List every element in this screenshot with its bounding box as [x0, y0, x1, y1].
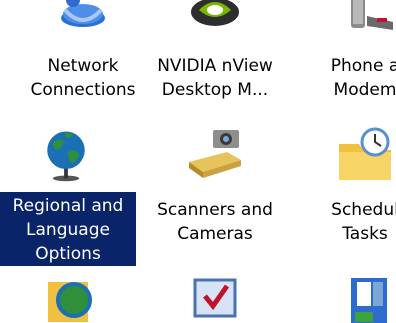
item-label-line: NVIDIA nView — [157, 56, 273, 76]
item-label-line: Options — [35, 244, 101, 264]
scheduled-tasks-folder-icon — [339, 127, 391, 180]
globe-icon — [47, 131, 85, 182]
nvidia-nview-icon — [191, 0, 239, 26]
scanner-camera-icon — [189, 130, 241, 178]
phone-modem-icon — [351, 0, 393, 30]
item-label-line: Network — [47, 56, 119, 76]
item-network-connections[interactable]: Network Connections — [18, 0, 148, 110]
item-row3-col1[interactable] — [0, 272, 130, 323]
item-label-line: Schedul — [331, 200, 396, 220]
network-connections-icon — [61, 0, 105, 27]
item-row3-col3[interactable] — [300, 272, 396, 323]
item-label-line: Regional and — [12, 196, 124, 216]
security-center-icon — [193, 278, 237, 318]
item-label-line: Language — [26, 220, 110, 240]
globe-window-icon — [48, 282, 92, 322]
item-label-line: Tasks — [342, 224, 388, 244]
item-phone-modem[interactable]: Phone a Modem — [300, 0, 396, 110]
item-row3-col2[interactable] — [150, 272, 280, 323]
item-label-line: Scanners and — [157, 200, 273, 220]
taskbar-start-menu-icon — [351, 278, 387, 323]
control-panel-icon-view: Network Connections NVIDIA nView Desktop… — [0, 0, 396, 323]
item-label-line: Phone a — [330, 56, 396, 76]
item-label-line: Modem — [333, 80, 396, 100]
item-regional-language-options[interactable]: Regional and Language Options — [0, 118, 136, 288]
item-label-line: Desktop M... — [161, 80, 269, 100]
item-nvidia-nview[interactable]: NVIDIA nView Desktop M... — [150, 0, 280, 110]
item-scanners-cameras[interactable]: Scanners and Cameras — [150, 118, 280, 258]
item-label-line: Cameras — [177, 224, 253, 244]
item-label-line: Connections — [30, 80, 136, 100]
item-scheduled-tasks[interactable]: Schedul Tasks — [300, 118, 396, 258]
